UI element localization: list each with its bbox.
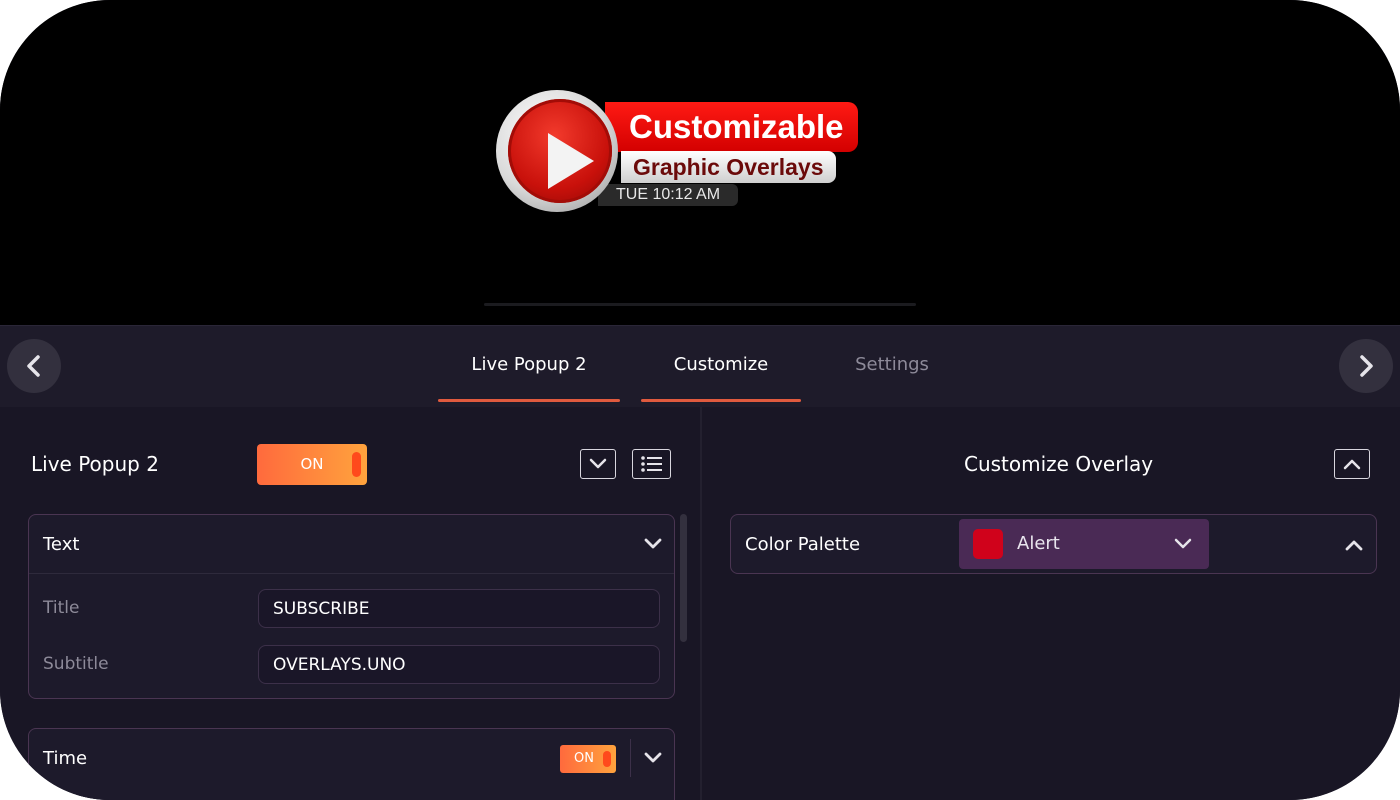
toggle-label: ON [574, 751, 594, 766]
toggle-label: ON [300, 455, 324, 473]
play-disc [508, 99, 612, 203]
tab-settings[interactable]: Settings [812, 326, 972, 402]
tab-label: Customize [673, 353, 769, 375]
subtitle-input[interactable]: OVERLAYS.UNO [258, 645, 660, 684]
chevron-down-icon [589, 458, 607, 469]
selected-palette: Alert [1017, 533, 1060, 554]
list-icon [640, 456, 662, 472]
scrollbar-thumb[interactable] [680, 514, 687, 642]
chevron-down-icon [1174, 538, 1192, 549]
text-section-header[interactable]: Text [29, 515, 674, 574]
play-button-icon [496, 90, 618, 212]
tab-live-popup[interactable]: Live Popup 2 [438, 326, 620, 402]
collapse-button[interactable] [1334, 449, 1370, 479]
play-triangle-icon [548, 133, 594, 189]
list-button[interactable] [632, 449, 671, 479]
tab-bar: Live Popup 2 Customize Settings [0, 325, 1400, 408]
subtitle-field-label: Subtitle [43, 654, 109, 674]
chevron-up-icon [1343, 459, 1361, 470]
collapse-button[interactable] [580, 449, 616, 479]
toggle-knob [352, 452, 361, 477]
toggle-knob [603, 751, 611, 767]
chevron-down-icon[interactable] [643, 751, 663, 765]
overlay-toggle[interactable]: ON [257, 444, 367, 485]
chevron-up-icon[interactable] [1344, 538, 1364, 552]
section-divider [630, 739, 631, 777]
chevron-left-icon [27, 355, 40, 377]
overlay-time: TUE 10:12 AM [598, 184, 739, 206]
title-field-label: Title [43, 598, 80, 618]
overlay-subtitle: Graphic Overlays [621, 151, 836, 183]
color-palette-label: Color Palette [745, 534, 861, 555]
overlay-preview: Customizable Graphic Overlays TUE 10:12 … [0, 0, 1400, 325]
time-toggle[interactable]: ON [560, 745, 616, 773]
chevron-down-icon [644, 538, 662, 549]
panel-title: Live Popup 2 [31, 452, 159, 476]
overlay-title: Customizable [605, 102, 858, 152]
chevron-right-icon [1360, 355, 1373, 377]
title-input[interactable]: SUBSCRIBE [258, 589, 660, 628]
app-window: Customizable Graphic Overlays TUE 10:12 … [0, 0, 1400, 800]
prev-button[interactable] [7, 339, 61, 393]
section-label: Text [43, 534, 80, 555]
color-swatch [973, 529, 1003, 559]
tab-customize[interactable]: Customize [641, 326, 801, 402]
preview-progress-bar [484, 303, 916, 306]
tab-label: Settings [855, 353, 929, 375]
next-button[interactable] [1339, 339, 1393, 393]
color-palette-select[interactable]: Alert [959, 519, 1209, 569]
section-label: Time [43, 748, 88, 769]
text-section: Text Title SUBSCRIBE Subtitle OVERLAYS.U… [28, 514, 675, 699]
panel-title: Customize Overlay [964, 452, 1154, 476]
tab-label: Live Popup 2 [471, 353, 587, 375]
overlay-graphic: Customizable Graphic Overlays TUE 10:12 … [493, 90, 883, 220]
